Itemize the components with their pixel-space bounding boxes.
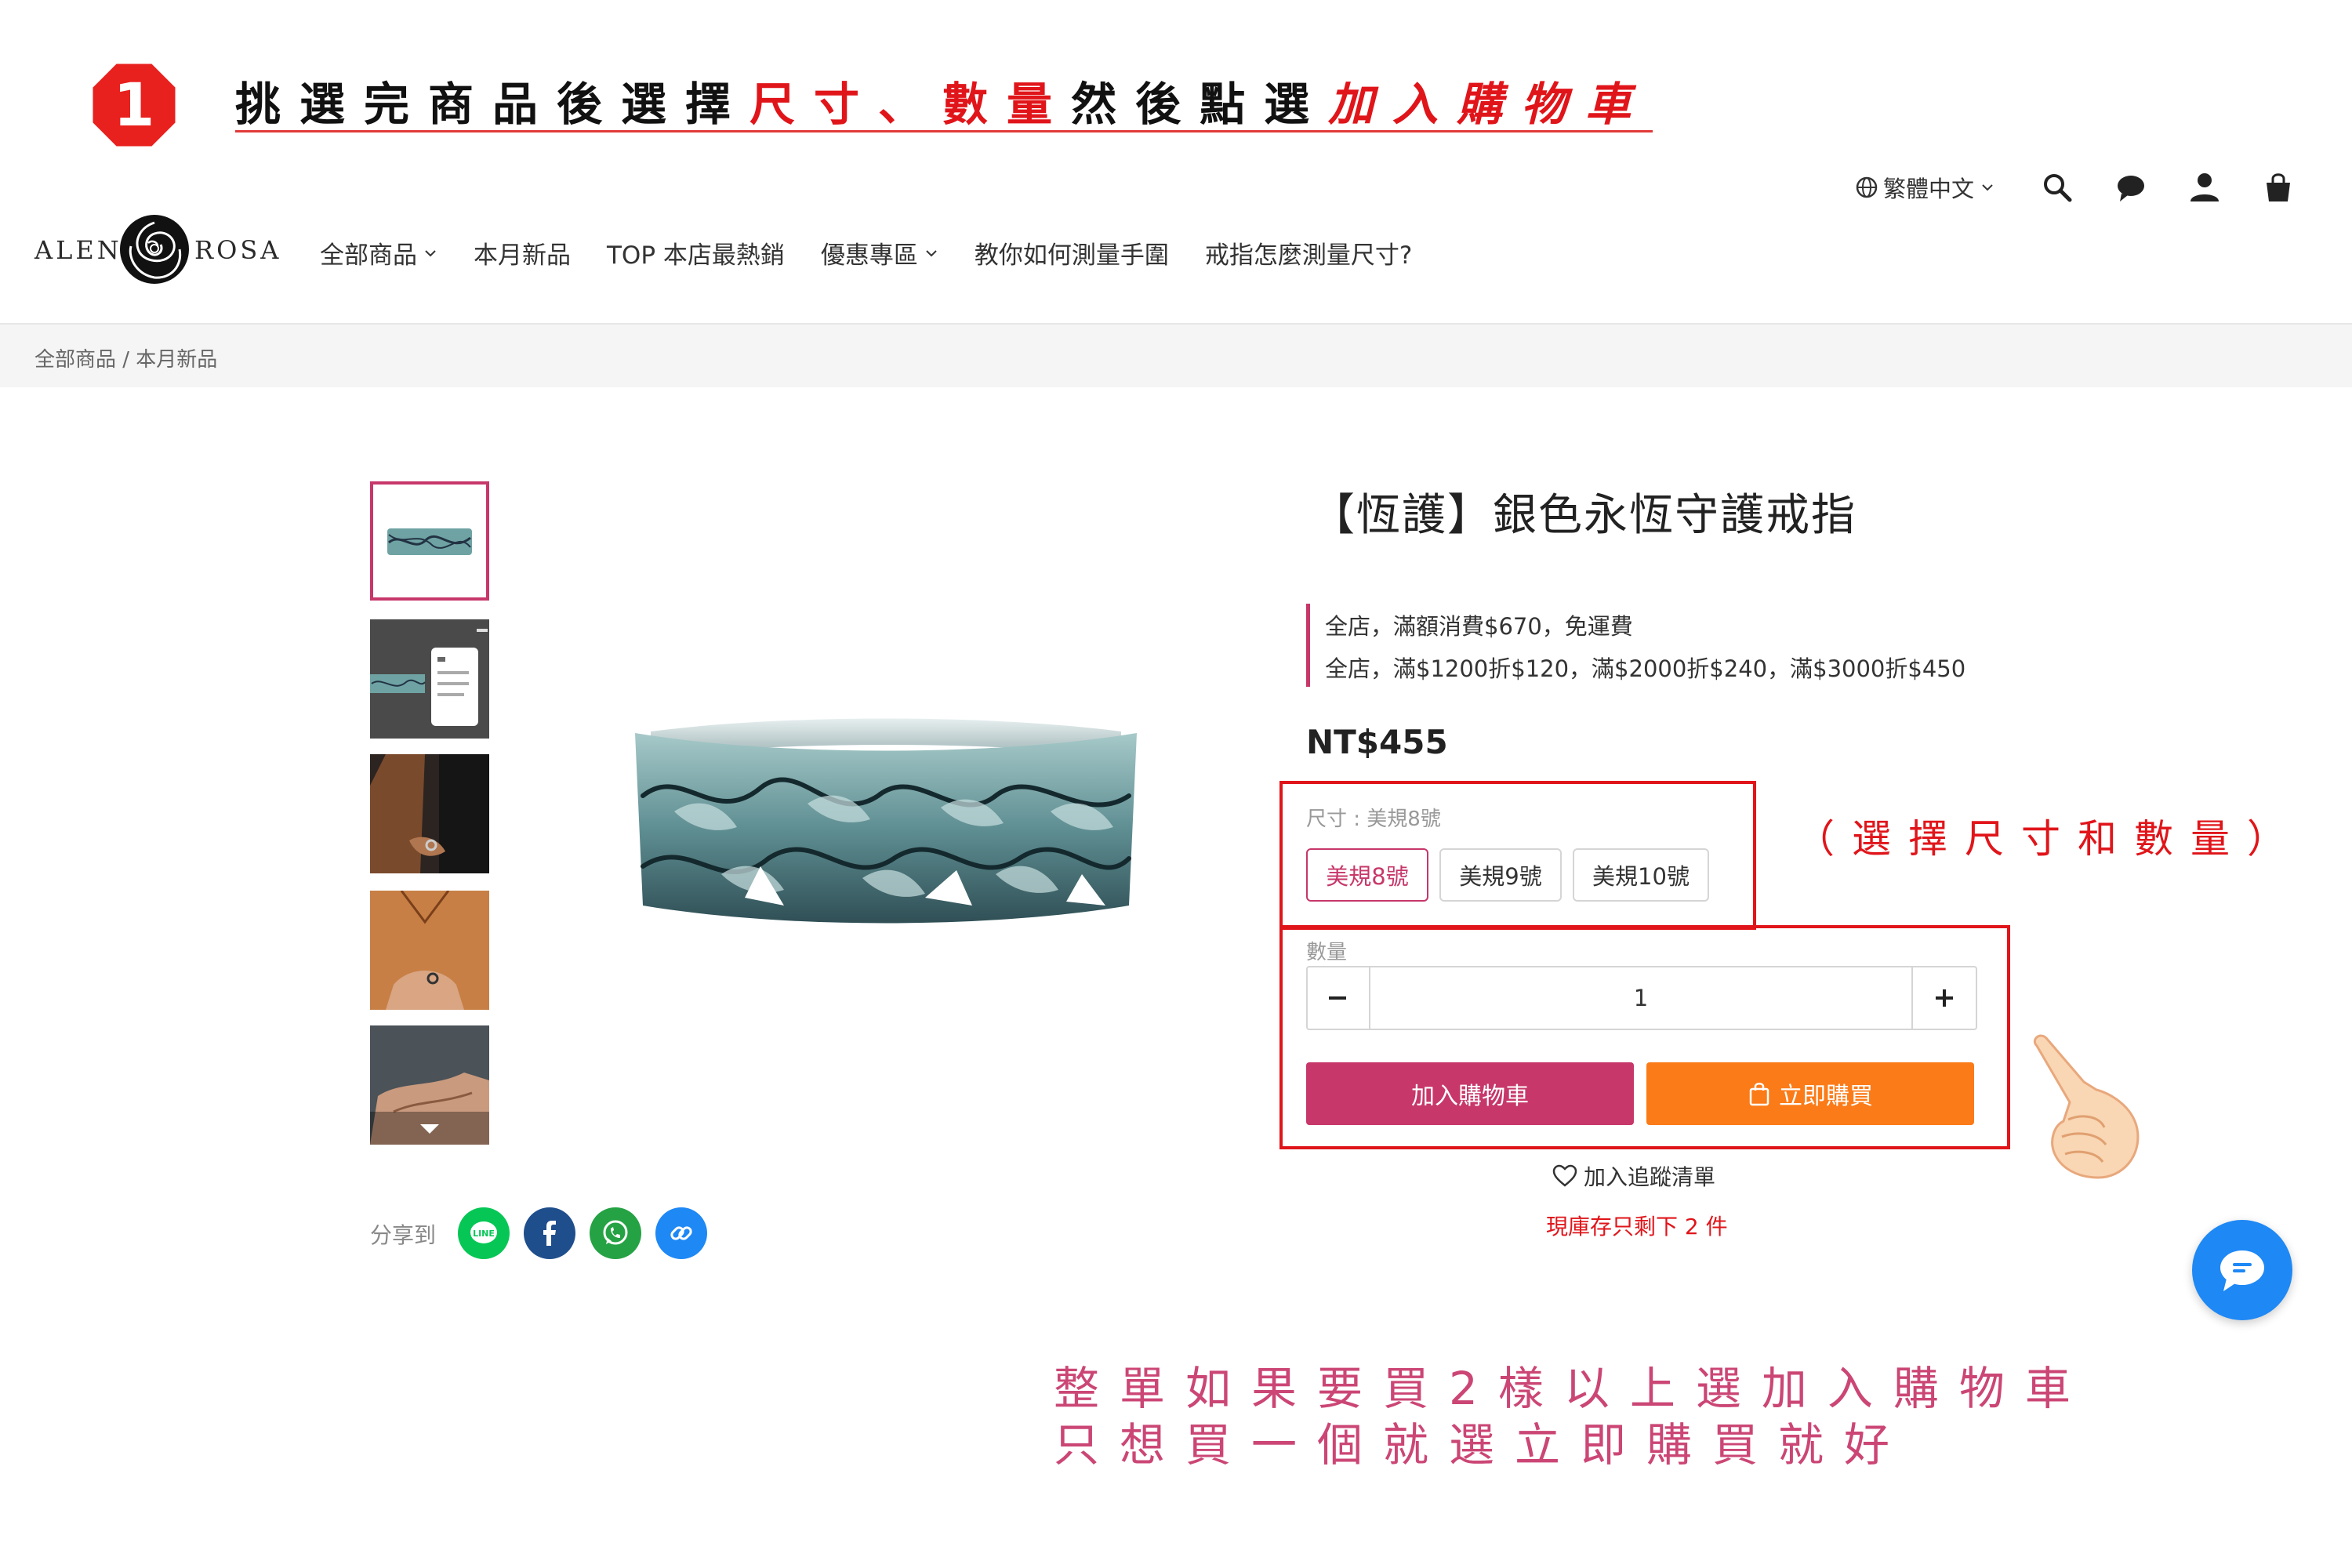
add-to-wishlist-link[interactable]: 加入追蹤清單 (1552, 1160, 1715, 1192)
nav-item-wrist-measure-guide[interactable]: 教你如何測量手圍 (975, 235, 1169, 270)
product-price: NT$455 (1306, 723, 1448, 761)
product-title: 【恆護】銀色永恆守護戒指 (1311, 490, 1857, 541)
nav-item-new-this-month[interactable]: 本月新品 (474, 235, 571, 270)
hands-closeup-image (370, 1025, 489, 1145)
whatsapp-icon (603, 1220, 628, 1245)
thumbnail-2[interactable] (370, 619, 489, 739)
chevron-down-icon (926, 249, 937, 256)
thumbnail-1[interactable] (370, 481, 489, 601)
main-product-image (635, 718, 1137, 924)
language-selector[interactable]: 繁體中文 (1855, 171, 1994, 204)
instruction-text: 挑選完商品後選擇尺寸、數量然後點選加入購物車 (235, 78, 1650, 131)
hand-in-pocket-image (370, 754, 489, 873)
instruction-underline (235, 130, 1653, 132)
chevron-down-icon (1982, 184, 1993, 191)
header-actions: 繁體中文 (1855, 168, 2296, 207)
chat-icon (2220, 1250, 2264, 1291)
message-icon[interactable] (2114, 170, 2148, 205)
nav-item-all-products[interactable]: 全部商品 (320, 235, 437, 270)
promo-accent-bar (1306, 604, 1310, 687)
thumbnail-3[interactable] (370, 754, 489, 873)
search-icon[interactable] (2040, 170, 2074, 205)
ring-packaging-image (370, 629, 488, 726)
nav-item-promotions[interactable]: 優惠專區 (821, 235, 938, 270)
annotation-size-quantity-note: （選擇尺寸和數量） (1795, 816, 2303, 862)
pointing-hand-icon (2033, 1034, 2140, 1179)
annotation-box-quantity-buttons (1279, 925, 2010, 1149)
rose-logo-icon (120, 215, 189, 284)
link-icon (670, 1226, 692, 1240)
site-logo[interactable]: ALEN ROSA (34, 212, 278, 296)
globe-icon (1856, 176, 1878, 198)
chat-button[interactable] (2192, 1220, 2292, 1320)
annotation-box-size (1279, 781, 1756, 930)
svg-text:1: 1 (114, 70, 155, 140)
stock-remaining: 現庫存只剩下 2 件 (1546, 1214, 1728, 1240)
nav-item-ring-size-guide[interactable]: 戒指怎麼測量尺寸? (1205, 235, 1412, 270)
facebook-icon (543, 1221, 556, 1246)
promo-line-1: 全店，滿額消費$670，免運費 (1325, 613, 1633, 640)
heart-icon (1552, 1164, 1577, 1187)
ring-thumbnail-image (387, 528, 472, 555)
svg-text:LINE: LINE (473, 1229, 495, 1239)
user-icon[interactable] (2187, 170, 2222, 205)
annotation-bottom-line-2: 只想買一個就選立即購買就好 (1054, 1418, 1911, 1472)
thumbnail-5[interactable] (370, 1025, 489, 1145)
breadcrumb-bar (0, 325, 2352, 387)
share-copy-link-button[interactable] (655, 1207, 707, 1259)
main-nav: 全部商品 本月新品 TOP 本店最熱銷 優惠專區 教你如何測量手圍 戒指怎麼測量… (320, 235, 1448, 270)
cart-icon[interactable] (2261, 170, 2296, 205)
breadcrumb[interactable]: 全部商品 / 本月新品 (34, 343, 217, 372)
promo-line-2: 全店，滿$1200折$120，滿$2000折$240，滿$3000折$450 (1325, 655, 1966, 682)
chevron-down-icon (425, 249, 436, 256)
nav-item-top-sellers[interactable]: TOP 本店最熱銷 (607, 235, 785, 270)
share-whatsapp-button[interactable] (590, 1207, 641, 1259)
line-icon: LINE (470, 1221, 497, 1243)
model-wearing-ring-image (370, 891, 489, 1010)
share-line-button[interactable]: LINE (458, 1207, 510, 1259)
share-label: 分享到 (370, 1222, 437, 1248)
step-number-badge: 1 (90, 61, 178, 149)
thumbnail-4[interactable] (370, 891, 489, 1010)
share-facebook-button[interactable] (524, 1207, 575, 1259)
